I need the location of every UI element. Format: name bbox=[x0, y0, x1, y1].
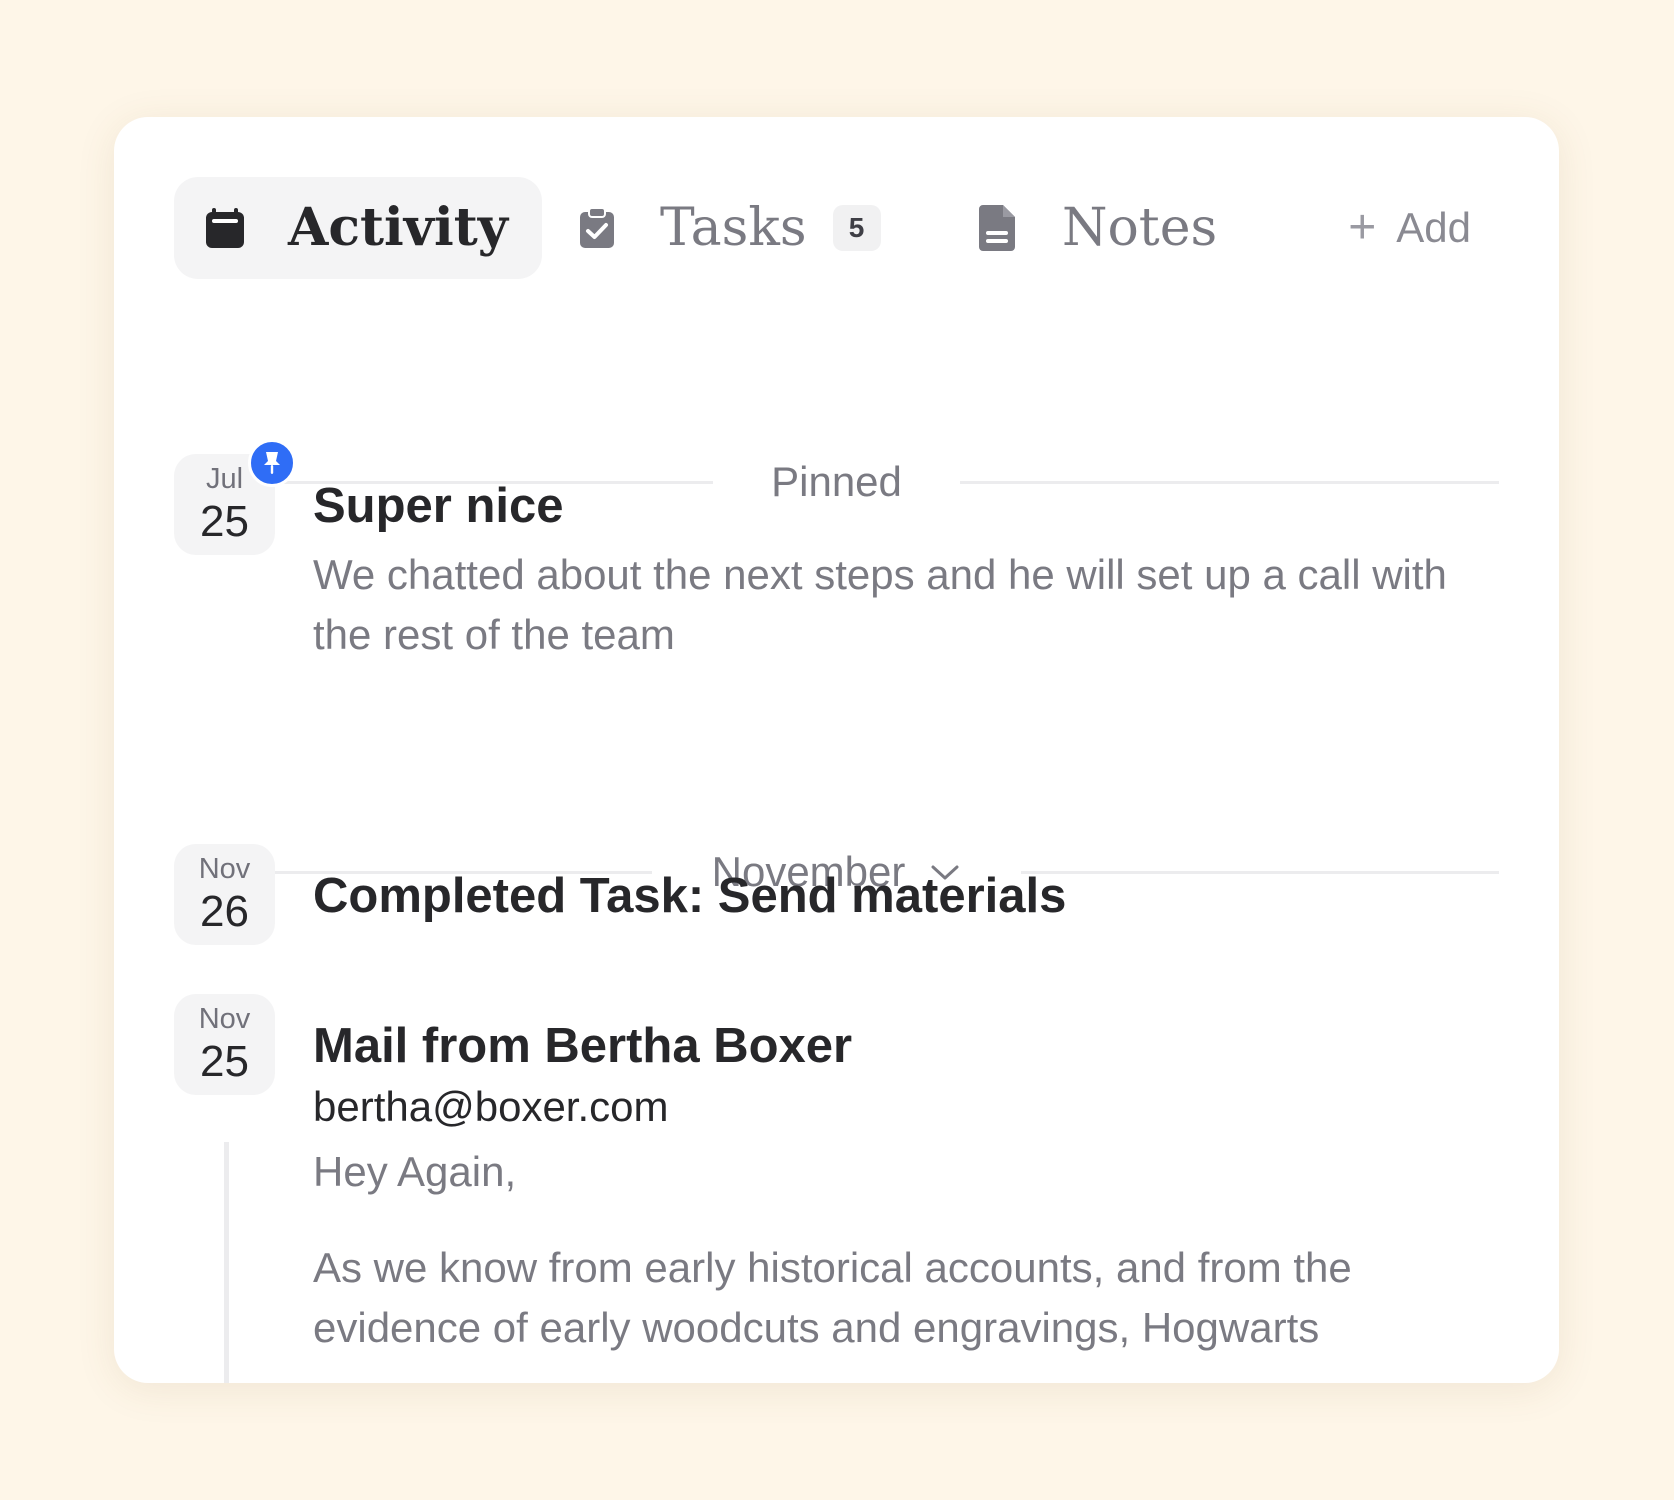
tab-activity[interactable]: Activity bbox=[174, 177, 542, 279]
clipboard-check-icon bbox=[574, 205, 620, 251]
add-button[interactable]: + Add bbox=[1348, 177, 1471, 279]
mail-body: As we know from early historical account… bbox=[313, 1244, 1352, 1351]
pin-icon[interactable] bbox=[248, 439, 296, 487]
tab-notes-label: Notes bbox=[1062, 198, 1218, 258]
calendar-icon bbox=[202, 205, 248, 251]
activity-panel: Activity Tasks 5 Notes + Add Pinned Jul … bbox=[114, 117, 1559, 1383]
date-chip: Nov 25 bbox=[174, 994, 275, 1095]
tab-notes[interactable]: Notes bbox=[974, 177, 1274, 279]
entry-title[interactable]: Super nice bbox=[313, 477, 564, 536]
add-button-label: Add bbox=[1396, 204, 1471, 251]
date-month: Nov bbox=[198, 1003, 251, 1035]
tasks-count-badge: 5 bbox=[832, 205, 881, 251]
plus-icon: + bbox=[1348, 201, 1377, 254]
divider-line bbox=[959, 480, 1499, 484]
date-chip: Nov 26 bbox=[174, 844, 275, 945]
tab-activity-label: Activity bbox=[288, 197, 508, 258]
date-day: 26 bbox=[200, 887, 249, 936]
date-day: 25 bbox=[200, 497, 249, 546]
entry-body: We chatted about the next steps and he w… bbox=[313, 551, 1447, 658]
mail-greeting: Hey Again, bbox=[313, 1148, 517, 1195]
sender-email[interactable]: bertha@boxer.com bbox=[313, 1082, 668, 1132]
tab-tasks[interactable]: Tasks 5 bbox=[574, 177, 904, 279]
date-day: 25 bbox=[200, 1037, 249, 1086]
date-month: Nov bbox=[198, 853, 251, 885]
date-month: Jul bbox=[205, 463, 244, 495]
pinned-section-label: Pinned bbox=[771, 458, 902, 505]
entry-title[interactable]: Mail from Bertha Boxer bbox=[313, 1017, 852, 1076]
tab-tasks-label: Tasks bbox=[660, 198, 807, 258]
entry-title[interactable]: Completed Task: Send materials bbox=[313, 867, 1066, 926]
thread-line bbox=[224, 1142, 229, 1383]
document-icon bbox=[974, 205, 1020, 251]
divider-line bbox=[1021, 870, 1499, 874]
tab-bar: Activity Tasks 5 Notes + Add bbox=[174, 177, 1499, 279]
